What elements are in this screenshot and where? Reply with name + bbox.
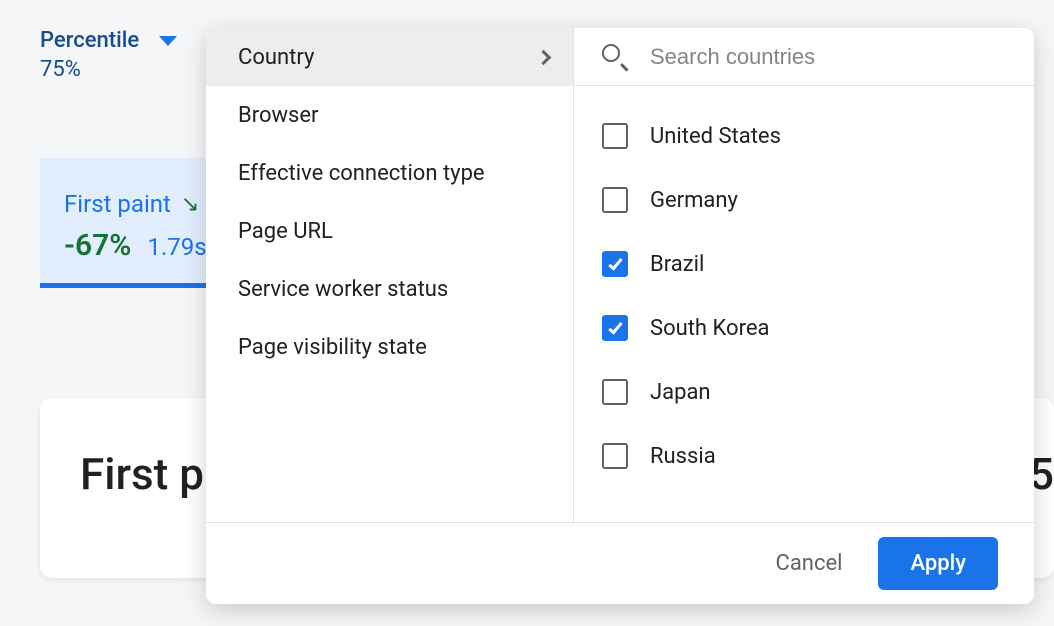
option-germany[interactable]: Germany (602, 168, 1006, 232)
facet-item-service-worker-status[interactable]: Service worker status (206, 260, 573, 318)
facet-item-label: Country (238, 45, 314, 70)
metric-change: -67% (64, 228, 131, 263)
percentile-value: 75% (40, 57, 139, 82)
apply-button[interactable]: Apply (878, 537, 998, 590)
option-japan[interactable]: Japan (602, 360, 1006, 424)
search-icon (602, 44, 628, 70)
filter-popup: Country Browser Effective connection type P… (206, 28, 1034, 604)
facet-item-label: Page visibility state (238, 335, 427, 360)
trend-down-icon: ↘ (181, 192, 199, 217)
facet-item-page-url[interactable]: Page URL (206, 202, 573, 260)
checkbox[interactable] (602, 187, 628, 213)
option-label: Germany (650, 188, 738, 213)
option-label: Brazil (650, 252, 704, 277)
facet-item-label: Effective connection type (238, 161, 485, 186)
checkbox[interactable] (602, 251, 628, 277)
checkbox[interactable] (602, 443, 628, 469)
checkmark-icon (608, 319, 622, 334)
facet-item-country[interactable]: Country (206, 28, 573, 86)
options-list: United States Germany Brazil South Korea Jap… (574, 86, 1034, 522)
cancel-button[interactable]: Cancel (776, 551, 843, 576)
checkbox[interactable] (602, 315, 628, 341)
percentile-dropdown[interactable]: Percentile 75% (40, 28, 177, 82)
facet-item-page-visibility-state[interactable]: Page visibility state (206, 318, 573, 376)
option-label: Japan (650, 380, 711, 405)
option-brazil[interactable]: Brazil (602, 232, 1006, 296)
facet-item-label: Page URL (238, 219, 333, 244)
option-south-korea[interactable]: South Korea (602, 296, 1006, 360)
search-input[interactable] (650, 44, 1006, 70)
chevron-right-icon (536, 49, 552, 65)
metric-time: 1.79s (147, 233, 206, 261)
facet-list: Country Browser Effective connection type P… (206, 28, 574, 522)
option-label: Russia (650, 444, 716, 469)
checkbox[interactable] (602, 379, 628, 405)
popup-footer: Cancel Apply (206, 522, 1034, 604)
option-russia[interactable]: Russia (602, 424, 1006, 488)
checkmark-icon (608, 255, 622, 270)
percentile-label: Percentile (40, 28, 139, 53)
option-united-states[interactable]: United States (602, 104, 1006, 168)
option-label: United States (650, 124, 781, 149)
facet-item-label: Browser (238, 103, 319, 128)
checkbox[interactable] (602, 123, 628, 149)
caret-down-icon (159, 36, 177, 46)
facet-item-label: Service worker status (238, 277, 448, 302)
facet-item-effective-connection-type[interactable]: Effective connection type (206, 144, 573, 202)
facet-item-browser[interactable]: Browser (206, 86, 573, 144)
option-label: South Korea (650, 316, 769, 341)
search-row (574, 28, 1034, 86)
metric-title: First paint (64, 190, 171, 218)
